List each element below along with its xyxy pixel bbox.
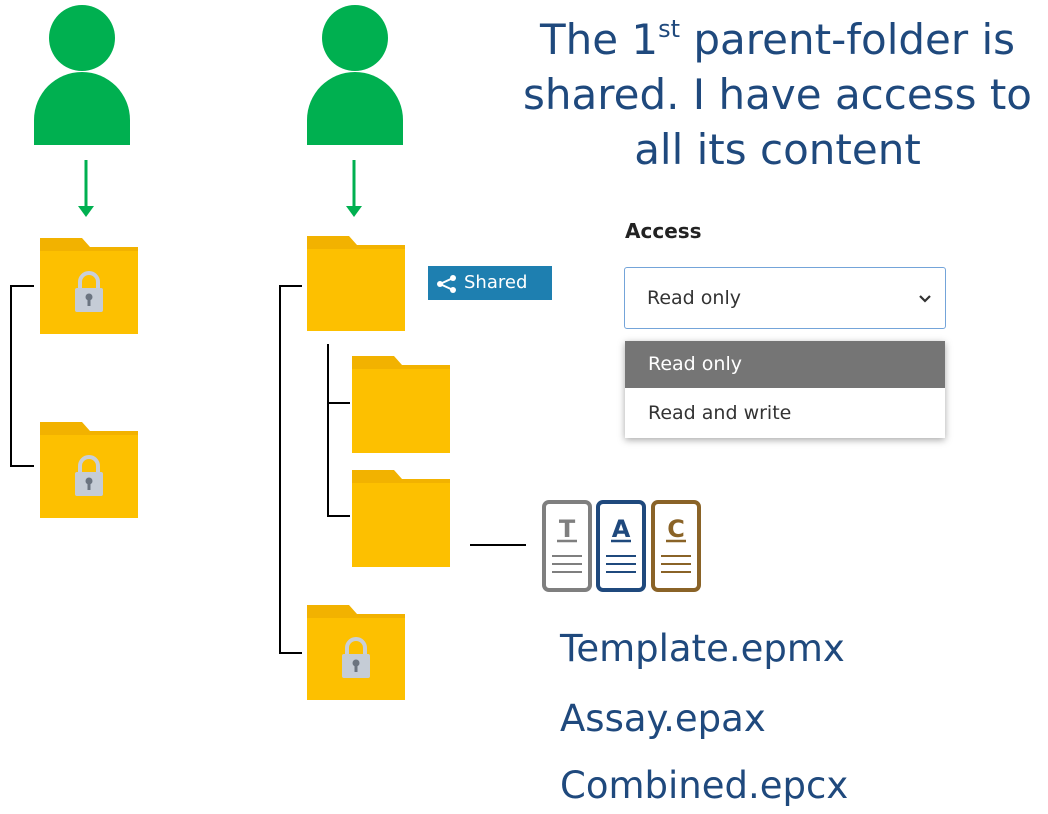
access-dropdown: Read only Read and write [625, 341, 945, 438]
svg-text:A: A [612, 515, 631, 543]
tree-lines-left [10, 285, 34, 467]
filename-template: Template.epmx [560, 627, 845, 670]
caption-line-1: The 1st parent-folder is [539, 15, 1016, 64]
shared-badge-label: Shared [464, 272, 528, 293]
locked-folder-icon [307, 605, 405, 700]
svg-text:C: C [667, 515, 685, 543]
tree-lines-center [279, 285, 526, 654]
subfolder-icon [352, 470, 450, 567]
locked-folder-icon [40, 238, 138, 334]
caption-line-3: all its content [634, 125, 921, 174]
access-select[interactable]: Read only [624, 267, 946, 329]
caption-line-2: shared. I have access to [523, 70, 1032, 119]
user-icon-left [34, 5, 130, 145]
shared-folder-icon [307, 236, 405, 331]
filename-combined: Combined.epcx [560, 764, 849, 807]
assay-file-icon: A [596, 500, 646, 592]
shared-badge: Shared [428, 266, 552, 300]
template-file-icon: T [542, 500, 592, 592]
arrow-down-icon-left [78, 160, 94, 217]
caption: The 1st parent-folder is shared. I have … [505, 12, 1048, 177]
locked-folder-icon [40, 422, 138, 518]
user-icon-center [307, 5, 403, 145]
access-label: Access [625, 219, 702, 243]
arrow-down-icon-center [346, 160, 362, 217]
combined-file-icon: C [651, 500, 701, 592]
share-icon [437, 275, 456, 293]
access-option-read-only[interactable]: Read only [625, 341, 945, 388]
svg-text:T: T [559, 515, 576, 543]
filename-assay: Assay.epax [560, 697, 766, 740]
subfolder-icon [352, 356, 450, 453]
access-option-read-and-write[interactable]: Read and write [625, 390, 945, 437]
access-select-value: Read only [647, 287, 741, 309]
chevron-down-icon [919, 295, 931, 303]
